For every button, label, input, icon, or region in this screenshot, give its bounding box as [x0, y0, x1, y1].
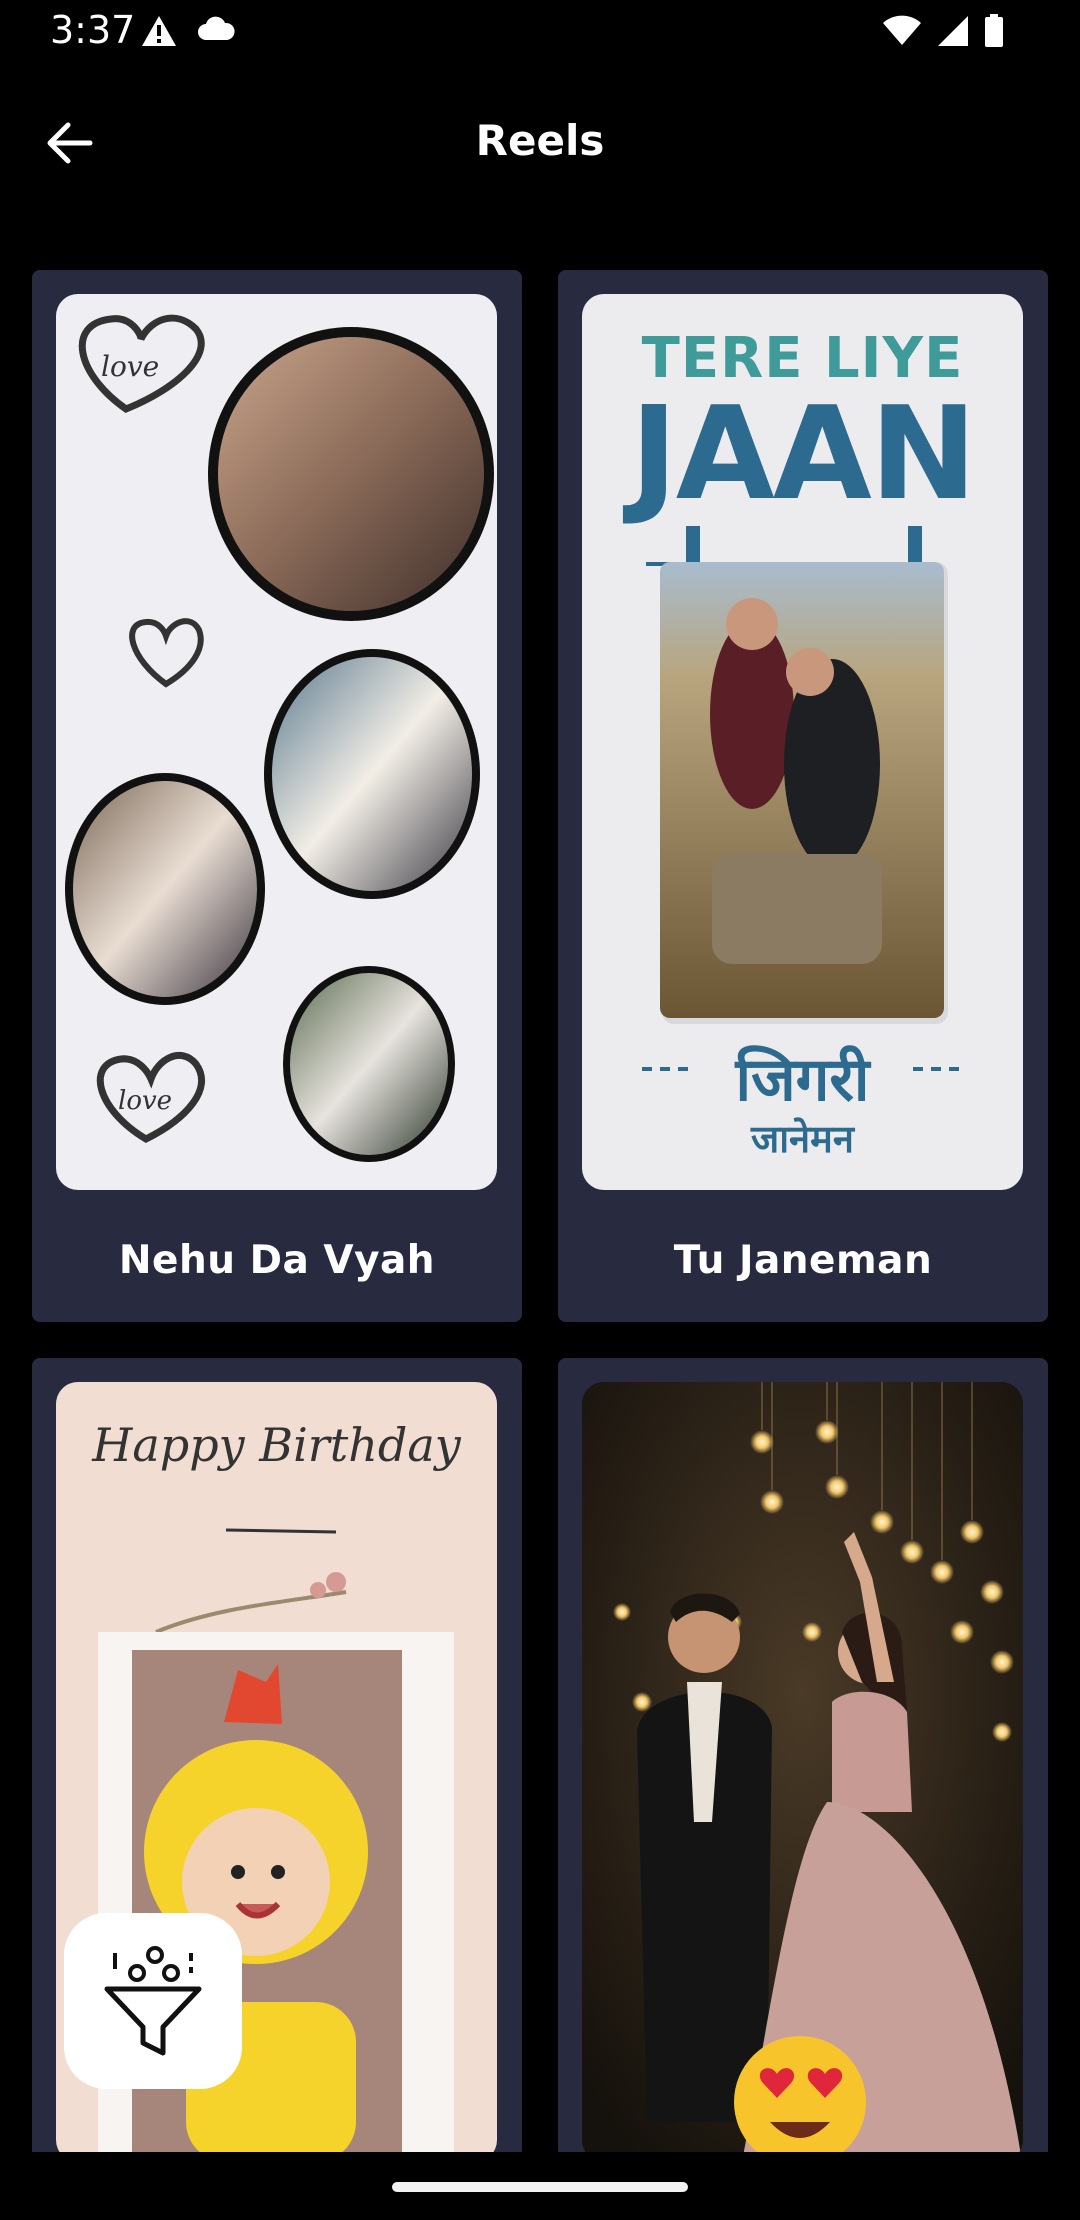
status-right-icons [882, 14, 1004, 48]
status-time: 3:37 [50, 8, 136, 52]
wifi-icon [882, 15, 922, 47]
reel-card-tu-janeman[interactable]: TERE LIYE JAAN जिगरी जानेमन Tu Janeman [558, 270, 1048, 1322]
svg-text:love: love [118, 1086, 172, 1116]
signal-icon [936, 15, 970, 47]
poster-hindi-2: जानेमन [751, 1117, 854, 1161]
app-bar: Reels [0, 90, 1080, 200]
cloud-icon [196, 14, 236, 48]
reel-card-nehu-da-vyah[interactable]: love love Nehu Da Vyah [32, 270, 522, 1322]
warning-icon [140, 14, 178, 48]
status-left-icons [140, 14, 236, 48]
reel-thumbnail [582, 1382, 1023, 2162]
svg-text:love: love [101, 350, 159, 383]
battery-icon [984, 14, 1004, 48]
reel-title: Nehu Da Vyah [118, 1238, 436, 1283]
page-title: Reels [475, 116, 605, 165]
filter-icon [101, 1939, 205, 2063]
reel-thumbnail: love love [56, 294, 497, 1190]
filter-button[interactable] [64, 1913, 242, 2089]
reel-card-couple-dance[interactable] [558, 1358, 1048, 2162]
reel-title: Tu Janeman [673, 1238, 933, 1283]
status-bar: 3:37 [0, 0, 1080, 66]
gesture-nav-handle[interactable] [392, 2182, 688, 2192]
poster-hindi-1: जिगरी [735, 1045, 870, 1115]
reel-thumbnail: TERE LIYE JAAN जिगरी जानेमन [582, 294, 1023, 1190]
